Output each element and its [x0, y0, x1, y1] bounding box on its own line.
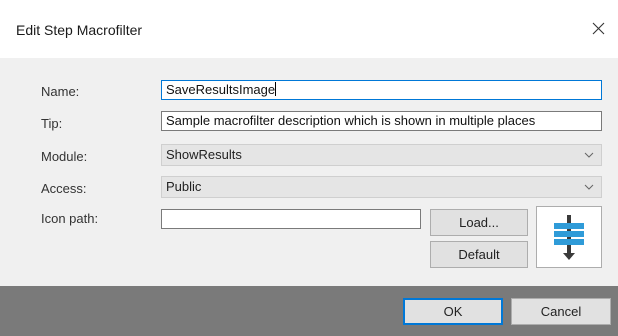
- tip-input-value: Sample macrofilter description which is …: [166, 113, 536, 128]
- close-icon: [592, 22, 604, 34]
- icon-preview: [536, 206, 602, 268]
- module-select-value: ShowResults: [166, 147, 242, 162]
- icon-path-label: Icon path:: [41, 211, 99, 226]
- ok-button-label: OK: [443, 304, 463, 319]
- access-label: Access:: [41, 181, 87, 196]
- default-button[interactable]: Default: [430, 241, 528, 268]
- name-input-value: SaveResultsImage: [166, 82, 276, 97]
- text-caret: [275, 82, 277, 96]
- chevron-down-icon: [584, 184, 594, 190]
- dialog-title: Edit Step Macrofilter: [16, 22, 143, 38]
- icon-path-input[interactable]: [161, 209, 421, 229]
- name-input[interactable]: SaveResultsImage: [161, 80, 602, 100]
- close-button[interactable]: [578, 10, 618, 46]
- title-bar: Edit Step Macrofilter: [0, 0, 618, 58]
- module-label: Module:: [41, 149, 88, 164]
- chevron-down-icon: [584, 152, 594, 158]
- access-select[interactable]: Public: [161, 176, 602, 198]
- module-select[interactable]: ShowResults: [161, 144, 602, 166]
- load-button[interactable]: Load...: [430, 209, 528, 236]
- tip-input[interactable]: Sample macrofilter description which is …: [161, 111, 602, 131]
- cancel-button-label: Cancel: [540, 304, 582, 319]
- load-button-label: Load...: [459, 215, 499, 230]
- default-button-label: Default: [458, 247, 500, 262]
- edit-step-macrofilter-dialog: Edit Step Macrofilter Name: SaveResultsI…: [0, 0, 618, 336]
- cancel-button[interactable]: Cancel: [511, 298, 611, 325]
- tip-label: Tip:: [41, 116, 63, 131]
- name-label: Name:: [41, 84, 80, 99]
- ok-button[interactable]: OK: [403, 298, 503, 325]
- access-select-value: Public: [166, 179, 202, 194]
- macrofilter-step-icon: [554, 215, 584, 260]
